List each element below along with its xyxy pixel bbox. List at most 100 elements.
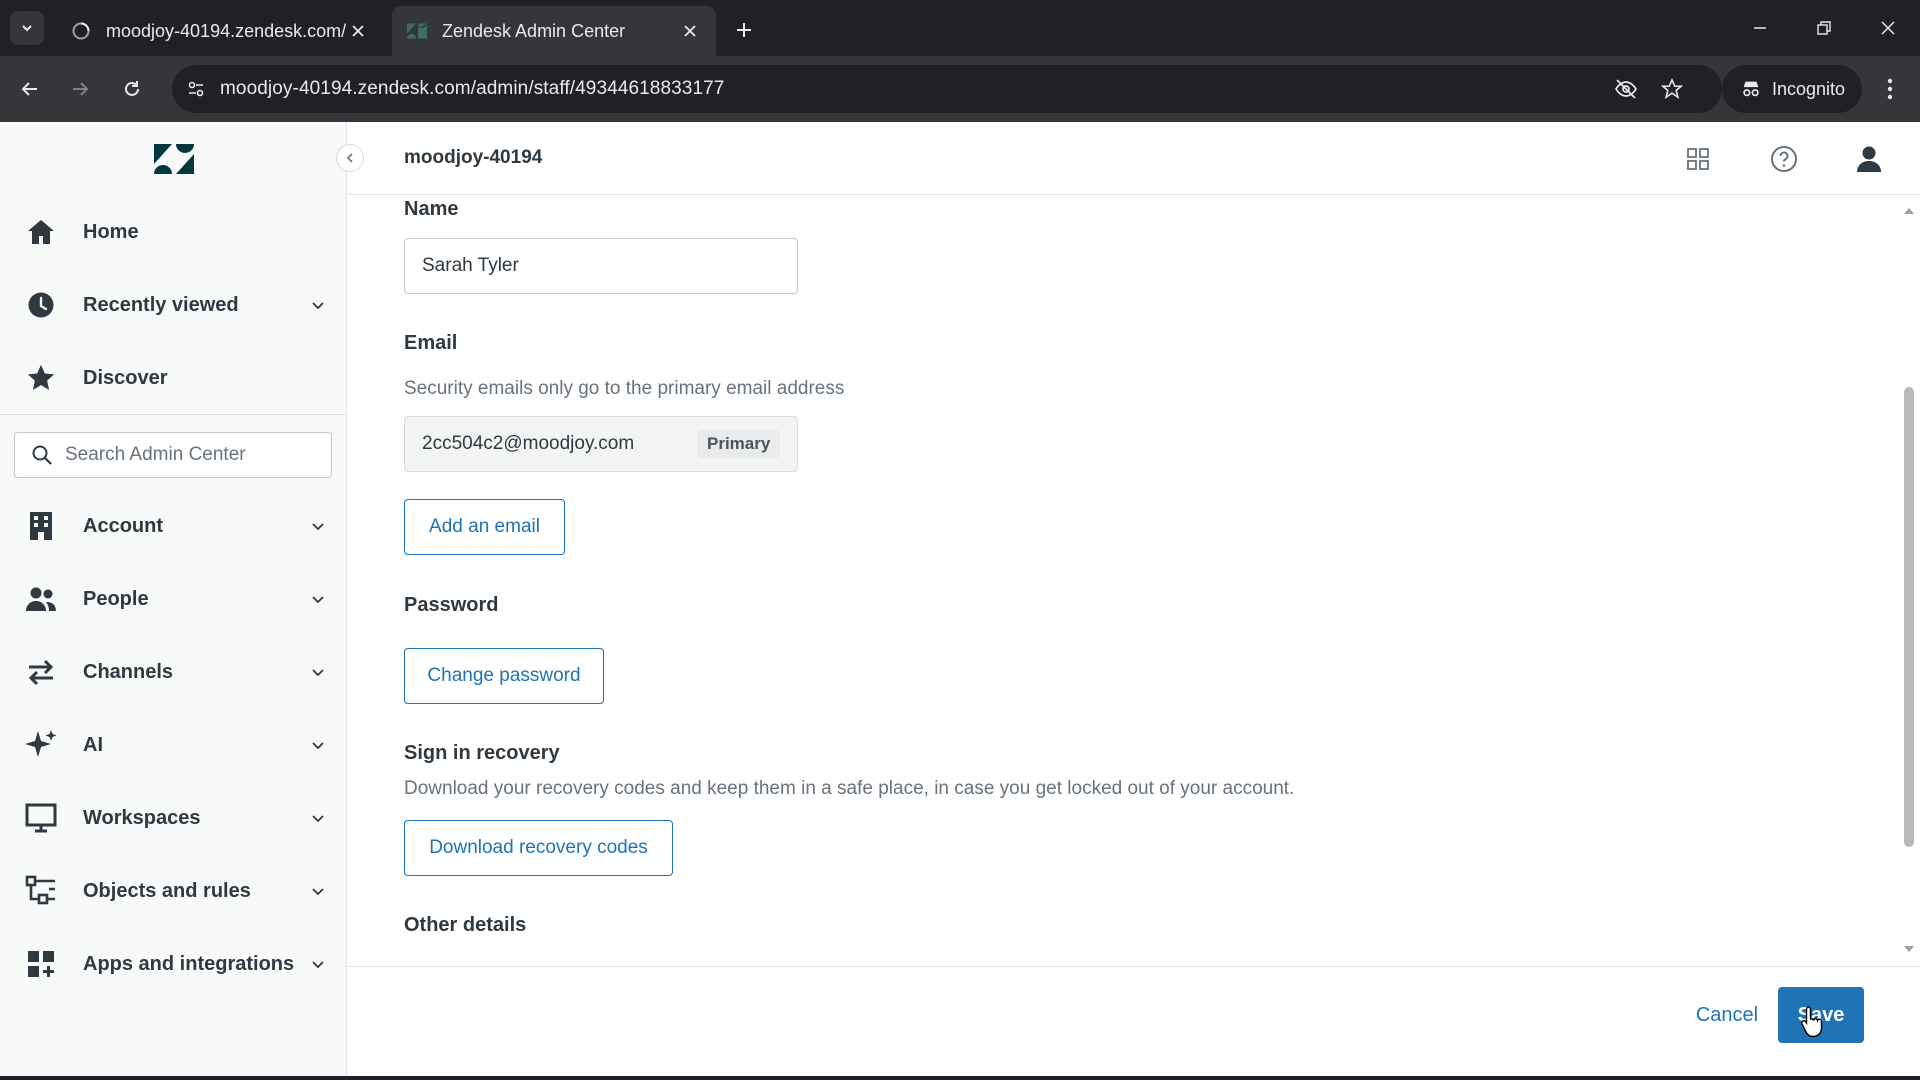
restore-button[interactable] (1804, 10, 1844, 46)
close-tab-icon[interactable] (678, 19, 702, 43)
other-details-label: Other details (404, 914, 527, 936)
sidebar-item-label: Recently viewed (83, 293, 239, 316)
sparkle-icon (24, 728, 58, 762)
sidebar-item-label: Apps and integrations (83, 952, 295, 975)
name-label: Name (404, 198, 459, 220)
email-address: 2cc504c2@moodjoy.com (422, 433, 635, 454)
sidebar-item-label: Objects and rules (83, 879, 251, 902)
sidebar-item-apps-and-integrations[interactable]: Apps and integrations (0, 934, 346, 994)
sidebar-item-recently-viewed[interactable]: Recently viewed (0, 275, 346, 335)
sidebar-item-people[interactable]: People (0, 569, 346, 629)
bookmark-star-icon[interactable] (1656, 73, 1688, 105)
sidebar-item-discover[interactable]: Discover (0, 348, 346, 408)
reload-button[interactable] (114, 71, 150, 107)
loading-icon (70, 20, 92, 42)
tab-title: moodjoy-40194.zendesk.com/a (106, 20, 346, 41)
apps-icon (24, 947, 58, 981)
chevron-down-icon (22, 25, 32, 32)
plus-icon (737, 23, 751, 37)
chevron-down-icon (304, 291, 332, 319)
browser-menu-button[interactable] (1872, 71, 1908, 107)
sidebar-item-label: Home (83, 220, 139, 243)
mouse-pointer-icon (1800, 1004, 1826, 1038)
incognito-icon (1743, 81, 1759, 97)
sign-in-recovery-label: Sign in recovery (404, 742, 560, 764)
forward-button[interactable] (62, 71, 98, 107)
sidebar-item-label: Workspaces (83, 806, 201, 829)
restore-icon (1817, 21, 1831, 35)
close-window-button[interactable] (1868, 10, 1908, 46)
user-avatar-icon[interactable] (1852, 142, 1886, 176)
arrow-left-icon (21, 82, 37, 96)
scrollbar-thumb[interactable] (1904, 387, 1914, 847)
cancel-button[interactable]: Cancel (1670, 987, 1784, 1043)
kebab-menu-icon (1887, 78, 1893, 100)
minimize-icon (1754, 27, 1766, 29)
clock-icon (24, 288, 58, 322)
email-label: Email (404, 332, 458, 354)
sidebar-item-account[interactable]: Account (0, 496, 346, 556)
sidebar-item-label: Account (83, 514, 163, 537)
arrow-right-icon (73, 82, 89, 96)
sidebar-item-workspaces[interactable]: Workspaces (0, 788, 346, 848)
close-tab-icon[interactable] (346, 19, 370, 43)
password-label: Password (404, 594, 499, 616)
chevron-down-icon (304, 585, 332, 613)
sidebar-item-ai[interactable]: AI (0, 715, 346, 775)
tab-admin-center[interactable]: Zendesk Admin Center (392, 6, 716, 56)
sidebar: Home Recently viewed Discover Search Adm… (0, 122, 347, 1080)
collapse-sidebar-button[interactable] (336, 144, 364, 172)
incognito-indicator[interactable]: Incognito (1722, 65, 1862, 113)
chevron-down-icon (304, 877, 332, 905)
user-profile-form: Name Email Security emails only go to th… (348, 196, 1900, 966)
home-icon (24, 215, 58, 249)
bottom-edge (0, 1076, 1920, 1080)
zendesk-favicon-icon (406, 20, 428, 42)
arrows-icon (24, 655, 58, 689)
minimize-button[interactable] (1740, 10, 1780, 46)
download-recovery-codes-button[interactable]: Download recovery codes (404, 820, 673, 876)
primary-badge: Primary (697, 430, 781, 458)
url-text: moodjoy-40194.zendesk.com/admin/staff/49… (220, 78, 725, 99)
sidebar-item-label: People (83, 587, 149, 610)
chevron-down-icon (304, 804, 332, 832)
email-hint: Security emails only go to the primary e… (404, 378, 845, 399)
scroll-down-icon[interactable] (1902, 942, 1916, 956)
admin-search-box[interactable] (14, 432, 332, 478)
new-tab-button[interactable] (728, 14, 760, 46)
form-footer: Cancel Save (348, 966, 1920, 1080)
product-tray-icon[interactable] (1681, 142, 1715, 176)
star-icon (24, 361, 58, 395)
back-button[interactable] (12, 71, 48, 107)
objects-icon (24, 874, 58, 908)
search-icon (29, 442, 55, 468)
search-input[interactable] (65, 444, 325, 466)
tab-search-button[interactable] (10, 11, 44, 45)
incognito-label: Incognito (1772, 78, 1846, 99)
scroll-up-icon[interactable] (1902, 204, 1916, 218)
sidebar-item-label: Channels (83, 660, 174, 683)
close-icon (1881, 21, 1895, 35)
address-bar[interactable]: moodjoy-40194.zendesk.com/admin/staff/49… (172, 65, 1722, 113)
top-header: moodjoy-40194 (348, 122, 1920, 195)
sidebar-divider (0, 414, 346, 415)
name-field[interactable] (404, 238, 798, 294)
chevron-down-icon (304, 658, 332, 686)
add-email-button[interactable]: Add an email (404, 499, 565, 555)
eye-off-icon[interactable] (1610, 73, 1642, 105)
browser-tabstrip: moodjoy-40194.zendesk.com/a Zendesk Admi… (0, 0, 1920, 56)
people-icon (24, 582, 58, 616)
chevron-left-icon (346, 153, 353, 163)
change-password-button[interactable]: Change password (404, 648, 604, 704)
account-subdomain: moodjoy-40194 (404, 147, 543, 168)
help-icon[interactable] (1767, 142, 1801, 176)
sidebar-item-objects-and-rules[interactable]: Objects and rules (0, 861, 346, 921)
zendesk-logo-icon[interactable] (152, 142, 196, 176)
sidebar-item-channels[interactable]: Channels (0, 642, 346, 702)
tab-title: Zendesk Admin Center (442, 20, 626, 41)
sidebar-item-home[interactable]: Home (0, 202, 346, 262)
tab-zendesk-site[interactable]: moodjoy-40194.zendesk.com/a (56, 6, 384, 56)
chevron-down-icon (304, 950, 332, 978)
site-info-icon[interactable] (180, 73, 212, 105)
recovery-hint: Download your recovery codes and keep th… (404, 778, 1295, 799)
